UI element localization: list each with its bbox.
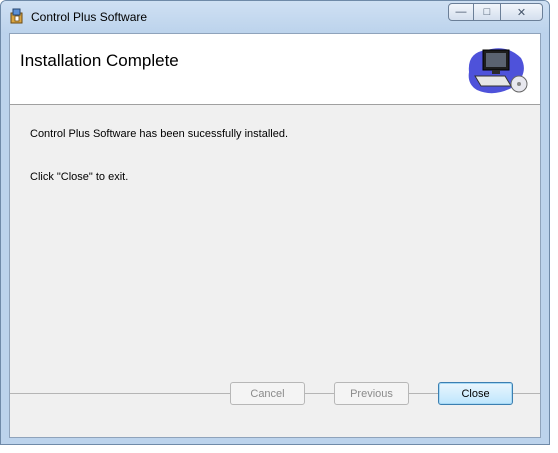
- exit-instruction: Click "Close" to exit.: [30, 171, 129, 183]
- installer-icon: [10, 8, 23, 24]
- success-message: Control Plus Software has been sucessful…: [30, 128, 289, 140]
- minimize-button[interactable]: —: [448, 3, 474, 21]
- close-icon: ✕: [516, 6, 527, 19]
- dialog-content: Installation Complete Control Plus Softw…: [9, 33, 541, 438]
- cancel-button[interactable]: Cancel: [230, 382, 305, 405]
- previous-button[interactable]: Previous: [334, 382, 409, 405]
- close-window-button[interactable]: ✕: [500, 3, 543, 21]
- minimize-icon: —: [455, 6, 467, 18]
- close-button[interactable]: Close: [438, 382, 513, 405]
- caption-buttons: — □ ✕: [448, 3, 543, 21]
- title-bar[interactable]: Control Plus Software — □ ✕: [1, 1, 549, 33]
- maximize-button[interactable]: □: [474, 3, 500, 21]
- computer-icon: [468, 48, 528, 94]
- maximize-icon: □: [483, 6, 491, 18]
- page-title: Installation Complete: [20, 51, 179, 70]
- installer-window: Control Plus Software — □ ✕ Installation…: [0, 0, 550, 445]
- header-banner: Installation Complete: [10, 34, 540, 105]
- window-title: Control Plus Software: [31, 10, 148, 24]
